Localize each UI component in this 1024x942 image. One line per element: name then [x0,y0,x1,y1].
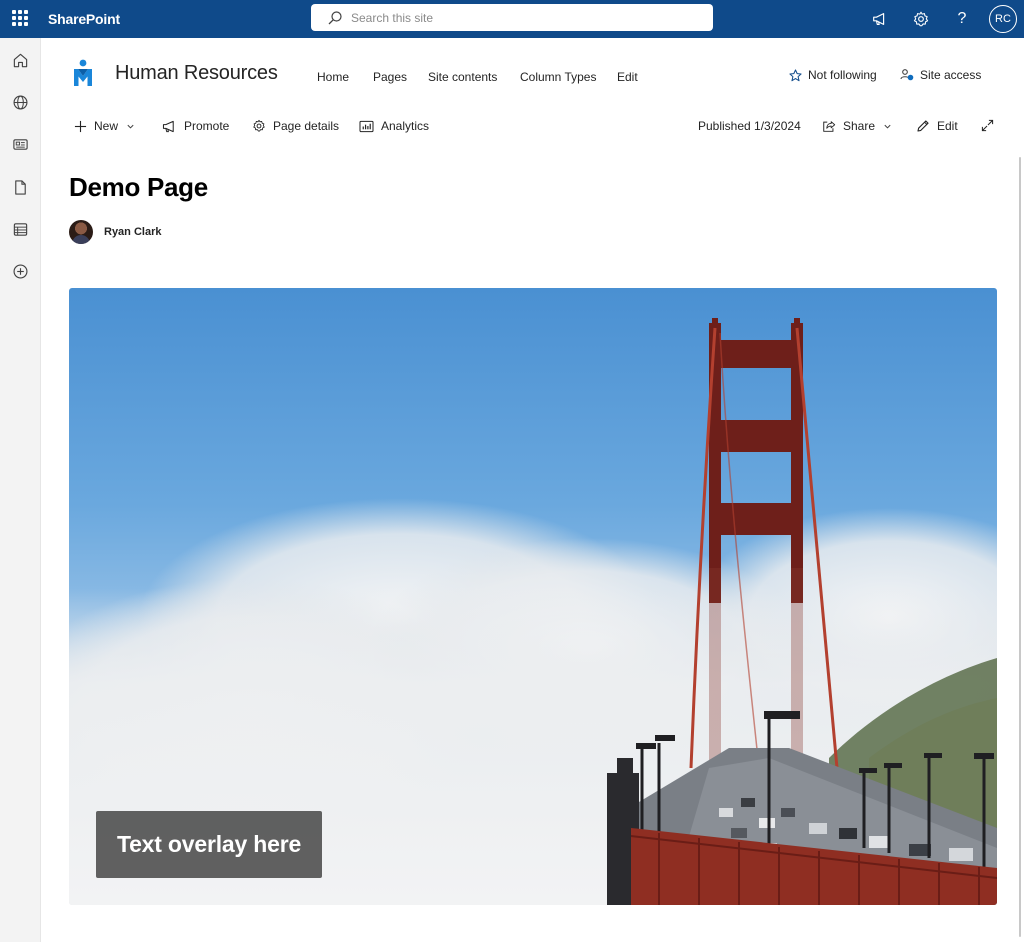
globe-icon[interactable] [11,93,29,111]
suite-bar: SharePoint ? RC [0,0,1024,38]
pencil-icon [917,120,929,132]
edit-label: Edit [937,119,958,133]
news-icon[interactable] [11,135,29,153]
site-title[interactable]: Human Resources [115,62,278,85]
gear-icon [253,119,265,132]
published-status: Published 1/3/2024 [698,119,801,133]
nav-edit[interactable]: Edit [617,70,638,84]
page-title: Demo Page [69,172,208,202]
help-icon[interactable]: ? [952,9,972,29]
chevron-down-icon [127,124,134,129]
plus-icon [74,120,87,132]
published-label: Published 1/3/2024 [698,119,801,133]
promote-button[interactable]: Promote [162,119,229,133]
nav-pages[interactable]: Pages [373,70,407,84]
megaphone-icon [162,120,174,132]
text-overlay: Text overlay here [96,811,322,878]
follow-label: Not following [808,68,877,82]
site-logo-icon[interactable] [72,59,94,87]
settings-icon[interactable] [911,9,931,29]
author-name[interactable]: Ryan Clark [104,226,161,238]
expand-button[interactable] [981,119,1001,132]
site-access-button[interactable]: Site access [900,68,981,82]
share-button[interactable]: Share [822,119,892,133]
share-label: Share [843,119,876,133]
analytics-label: Analytics [381,119,430,133]
search-box[interactable] [311,4,713,31]
promote-label: Promote [184,119,230,133]
nav-home[interactable]: Home [317,70,349,84]
analytics-button[interactable]: Analytics [359,119,429,133]
overlay-text: Text overlay here [116,831,302,857]
share-icon [823,120,836,132]
add-circle-icon[interactable] [11,262,29,280]
user-avatar[interactable]: RC [989,5,1017,33]
nav-column-types[interactable]: Column Types [520,70,596,84]
chart-icon [359,120,374,132]
page-details-button[interactable]: Page details [252,119,339,133]
app-name[interactable]: SharePoint [48,11,120,27]
people-icon [900,69,914,81]
edit-button[interactable]: Edit [916,119,958,133]
app-launcher-icon[interactable] [12,10,28,26]
expand-icon [981,119,994,132]
chevron-down-icon [884,124,891,129]
search-input[interactable] [351,8,691,28]
page-details-label: Page details [273,119,340,133]
megaphone-icon[interactable] [870,9,890,29]
new-label: New [94,119,119,133]
site-access-label: Site access [920,68,982,82]
new-button[interactable]: New [74,119,135,133]
hero-image: Text overlay here [69,288,997,905]
follow-button[interactable]: Not following [789,68,877,82]
home-icon[interactable] [11,51,29,69]
document-icon[interactable] [11,178,29,196]
nav-site-contents[interactable]: Site contents [428,70,497,84]
scrollbar[interactable] [1019,157,1021,937]
left-rail [0,38,41,942]
list-icon[interactable] [11,220,29,238]
author-avatar[interactable] [69,220,93,244]
search-icon [328,11,342,25]
star-icon [789,68,802,81]
